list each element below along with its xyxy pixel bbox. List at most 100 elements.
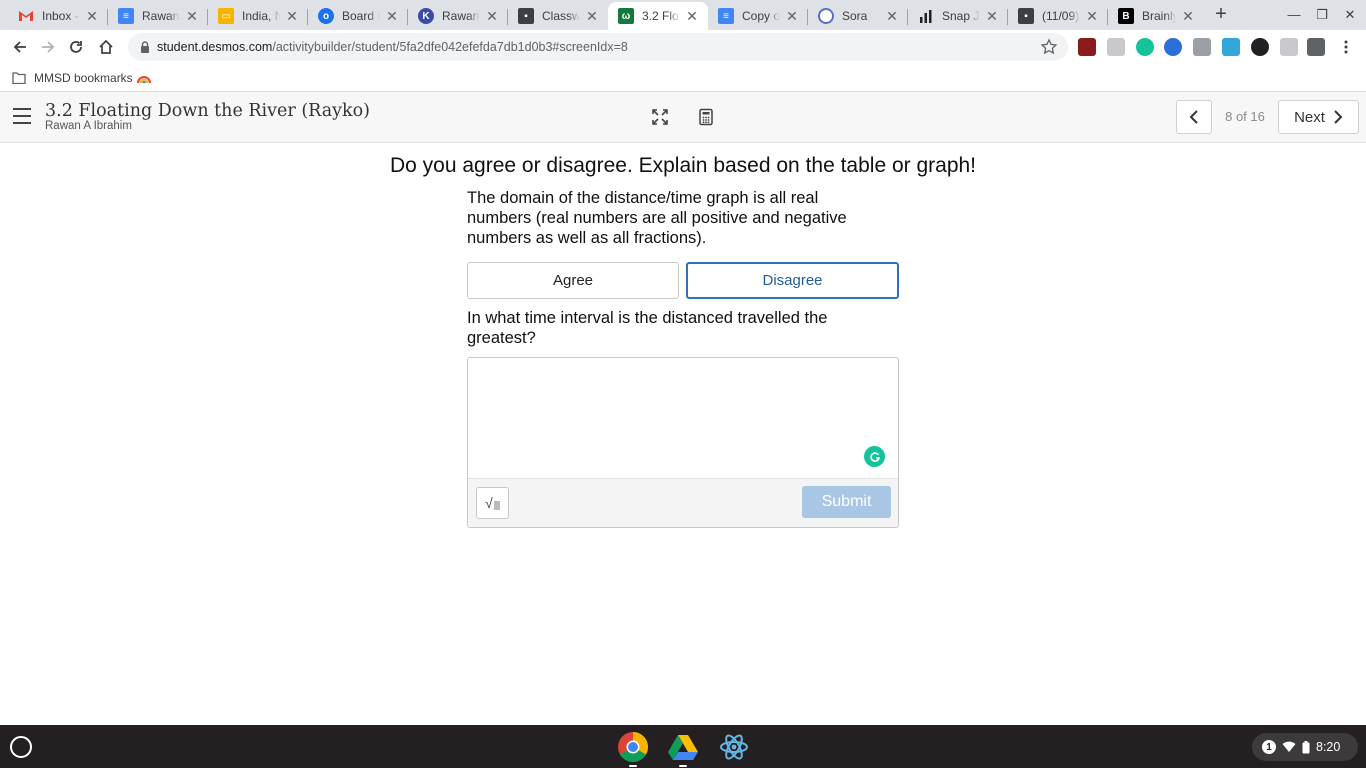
- close-icon[interactable]: ✕: [684, 8, 700, 24]
- bookmark-label: MMSD bookmarks: [34, 71, 133, 85]
- drive-icon[interactable]: [667, 731, 699, 763]
- back-button[interactable]: [8, 35, 32, 59]
- close-icon[interactable]: ✕: [484, 8, 500, 24]
- next-label: Next: [1294, 108, 1325, 126]
- student-name: Rawan A Ibrahim: [45, 120, 132, 132]
- new-tab-button[interactable]: +: [1210, 4, 1232, 26]
- tab-classwork[interactable]: ▪ Classwo ✕: [508, 2, 608, 30]
- next-screen-button[interactable]: Next: [1278, 100, 1359, 134]
- close-icon[interactable]: ✕: [1084, 8, 1100, 24]
- agree-choice-button[interactable]: Agree: [467, 262, 679, 299]
- status-tray[interactable]: 1 8:20: [1252, 733, 1358, 761]
- bookmark-folder-mmsd[interactable]: MMSD bookmarks: [12, 69, 133, 87]
- tab-title: Copy of: [742, 9, 780, 23]
- tab-desmos-active[interactable]: ω 3.2 Floa ✕: [608, 2, 708, 30]
- tab-india-slides[interactable]: ▭ India, Ne ✕: [208, 2, 308, 30]
- chevron-right-icon: [1334, 110, 1343, 124]
- running-indicator: [629, 765, 637, 767]
- tab-title: Rawan A: [442, 9, 480, 23]
- gmail-icon: [18, 8, 34, 24]
- minimize-button[interactable]: —: [1284, 6, 1304, 24]
- screen-pager[interactable]: 8 of 16: [1212, 100, 1278, 134]
- ublock-icon[interactable]: [1078, 38, 1096, 56]
- menu-button[interactable]: [13, 108, 31, 124]
- classroom-icon: ▪: [1018, 8, 1034, 24]
- battery-icon: [1302, 740, 1310, 753]
- grammarly-icon[interactable]: [864, 446, 885, 467]
- restore-button[interactable]: ❐: [1312, 6, 1332, 24]
- tab-sora[interactable]: Sora ✕: [808, 2, 908, 30]
- close-icon[interactable]: ✕: [284, 8, 300, 24]
- placeholder-box: [493, 500, 500, 510]
- tab-brainly[interactable]: B Brainly.c ✕: [1108, 2, 1204, 30]
- close-window-button[interactable]: ✕: [1340, 6, 1360, 24]
- close-icon[interactable]: ✕: [1180, 8, 1196, 24]
- hamburger-icon: [13, 108, 31, 110]
- close-icon[interactable]: ✕: [384, 8, 400, 24]
- submit-button[interactable]: Submit: [802, 486, 891, 518]
- answer-footer: √ Submit: [468, 478, 898, 527]
- tab-title: Inbox - ra: [42, 9, 80, 23]
- answer-input[interactable]: [468, 358, 898, 478]
- docs-icon: ≡: [718, 8, 734, 24]
- forward-button[interactable]: [36, 35, 60, 59]
- chrome-icon[interactable]: [617, 731, 649, 763]
- tab-rawan-doc[interactable]: ≡ Rawan A ✕: [108, 2, 208, 30]
- tab-title: Snap Ju: [942, 9, 980, 23]
- close-icon[interactable]: ✕: [884, 8, 900, 24]
- tab-rawan-k[interactable]: K Rawan A ✕: [408, 2, 508, 30]
- sora-icon: [818, 8, 834, 24]
- close-icon[interactable]: ✕: [84, 8, 100, 24]
- k-icon: K: [418, 8, 434, 24]
- tab-inbox[interactable]: Inbox - ra ✕: [8, 2, 108, 30]
- close-icon[interactable]: ✕: [584, 8, 600, 24]
- screenshot-ext-icon[interactable]: [1193, 38, 1211, 56]
- tab-1109[interactable]: ▪ (11/09) ✕: [1008, 2, 1108, 30]
- tab-title: (11/09): [1042, 9, 1080, 23]
- screen-prompt: Do you agree or disagree. Explain based …: [389, 154, 977, 177]
- close-icon[interactable]: ✕: [784, 8, 800, 24]
- slides-icon: ▭: [218, 8, 234, 24]
- chevron-left-icon: [1189, 110, 1198, 124]
- browser-menu-button[interactable]: [1334, 35, 1358, 59]
- shield-ext-icon[interactable]: [1164, 38, 1182, 56]
- tab-snap[interactable]: Snap Ju ✕: [908, 2, 1008, 30]
- url-host: student.desmos.com: [157, 40, 273, 54]
- react-app-icon[interactable]: [718, 731, 750, 763]
- url-text: student.desmos.com/activitybuilder/stude…: [157, 33, 628, 61]
- grammarly-ext-icon[interactable]: [1136, 38, 1154, 56]
- question-text: In what time interval is the distanced t…: [467, 309, 828, 347]
- activity-header: 3.2 Floating Down the River (Rayko) Rawa…: [0, 92, 1366, 143]
- classroom-icon: ▪: [518, 8, 534, 24]
- previous-screen-button[interactable]: [1176, 100, 1212, 134]
- tab-board[interactable]: o Board Fo ✕: [308, 2, 408, 30]
- star-icon[interactable]: [1040, 38, 1058, 56]
- cloud-ext-icon[interactable]: [1222, 38, 1240, 56]
- folder-icon: [12, 72, 26, 84]
- close-icon[interactable]: ✕: [984, 8, 1000, 24]
- claim-statement: The domain of the distance/time graph is…: [467, 189, 847, 247]
- rainbow-icon: [137, 76, 151, 84]
- reload-icon: [70, 41, 82, 53]
- home-button[interactable]: [94, 35, 118, 59]
- calculator-icon[interactable]: [697, 108, 715, 126]
- puzzle-ext-icon[interactable]: [1107, 38, 1125, 56]
- bookmarks-bar: MMSD bookmarks: [0, 64, 1366, 92]
- tab-title: 3.2 Floa: [642, 9, 680, 23]
- kebab-menu-icon: [1344, 40, 1348, 54]
- extensions-puzzle-icon[interactable]: [1307, 38, 1325, 56]
- browser-toolbar: student.desmos.com/activitybuilder/stude…: [0, 30, 1366, 64]
- fullscreen-icon[interactable]: [651, 108, 669, 126]
- disagree-choice-button[interactable]: Disagree: [686, 262, 899, 299]
- notification-ext-icon[interactable]: [1280, 38, 1298, 56]
- tab-title: Brainly.c: [1142, 9, 1176, 23]
- address-bar[interactable]: student.desmos.com/activitybuilder/stude…: [128, 33, 1068, 61]
- bookmark-rainbow[interactable]: [136, 69, 152, 87]
- launcher-icon[interactable]: [10, 736, 32, 758]
- math-input-button[interactable]: √: [476, 487, 509, 519]
- home-icon: [99, 39, 113, 54]
- close-icon[interactable]: ✕: [184, 8, 200, 24]
- ghost-ext-icon[interactable]: [1251, 38, 1269, 56]
- reload-button[interactable]: [64, 35, 88, 59]
- tab-copy-of[interactable]: ≡ Copy of ✕: [708, 2, 808, 30]
